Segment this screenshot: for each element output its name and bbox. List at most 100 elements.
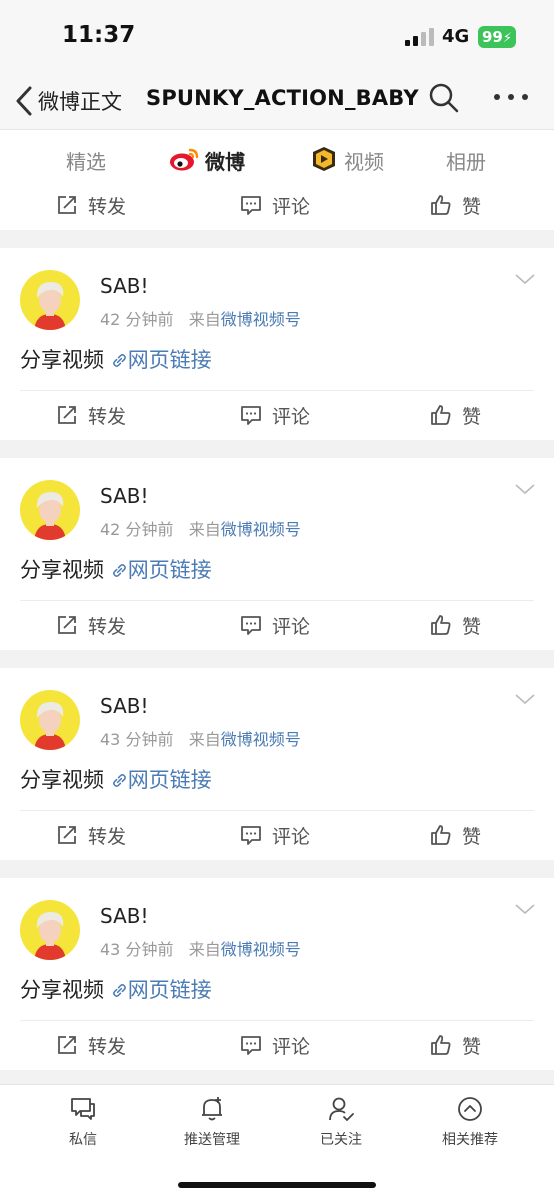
repost-button[interactable]: 转发 bbox=[56, 612, 126, 638]
post-username[interactable]: SAB! bbox=[100, 484, 149, 508]
avatar[interactable] bbox=[20, 690, 80, 750]
search-icon[interactable] bbox=[428, 82, 460, 114]
like-label: 赞 bbox=[462, 405, 482, 428]
avatar[interactable] bbox=[20, 900, 80, 960]
bell-icon bbox=[202, 1097, 222, 1121]
tab-video[interactable]: 视频 bbox=[344, 146, 384, 175]
web-link[interactable]: 网页链接 bbox=[111, 348, 212, 372]
post-actions: 转发 评论 赞 bbox=[0, 1020, 554, 1070]
link-icon bbox=[112, 564, 126, 577]
repost-button[interactable]: 转发 bbox=[56, 1032, 126, 1058]
weibo-logo-icon bbox=[170, 148, 199, 171]
web-link[interactable]: 网页链接 bbox=[111, 978, 212, 1002]
tab-featured[interactable]: 精选 bbox=[66, 146, 106, 175]
post-content: 分享视频 网页链接 bbox=[20, 974, 212, 1004]
tabbar-following-label: 已关注 bbox=[320, 1132, 362, 1148]
post-from: 来自 bbox=[188, 940, 221, 959]
thumbs-up-icon bbox=[431, 1035, 451, 1055]
repost-icon bbox=[58, 406, 76, 424]
post-meta: 43 分钟前 来自微博视频号 bbox=[100, 726, 301, 750]
thumbs-up-icon bbox=[431, 405, 451, 425]
avatar[interactable] bbox=[20, 480, 80, 540]
status-bar: 11:37 4G 99⚡ bbox=[0, 0, 554, 74]
repost-button[interactable]: 转发 bbox=[56, 192, 126, 218]
comment-label: 评论 bbox=[272, 615, 311, 638]
like-label: 赞 bbox=[462, 825, 482, 848]
post-actions-partial: 转发 评论 赞 bbox=[0, 180, 554, 230]
post-card: SAB! 42 分钟前 来自微博视频号 分享视频 网页链接 转发 评论 赞 bbox=[0, 248, 554, 440]
repost-label: 转发 bbox=[88, 405, 127, 428]
post-card: SAB! 43 分钟前 来自微博视频号 分享视频 网页链接 转发 评论 赞 bbox=[0, 878, 554, 1070]
post-text: 分享视频 bbox=[20, 978, 104, 1002]
link-icon bbox=[112, 984, 126, 997]
tabbar-push-settings[interactable]: 推送管理 bbox=[157, 1095, 267, 1149]
post-username[interactable]: SAB! bbox=[100, 904, 149, 928]
web-link-label: 网页链接 bbox=[127, 558, 212, 582]
repost-label: 转发 bbox=[88, 615, 127, 638]
tabbar-messages[interactable]: 私信 bbox=[28, 1095, 138, 1149]
back-chevron-icon[interactable] bbox=[14, 84, 36, 118]
repost-icon bbox=[58, 1036, 76, 1054]
post-source[interactable]: 微博视频号 bbox=[221, 310, 301, 329]
message-icon bbox=[71, 1098, 95, 1120]
tabbar-recommend[interactable]: 相关推荐 bbox=[415, 1095, 525, 1149]
like-button[interactable]: 赞 bbox=[430, 822, 481, 848]
post-username[interactable]: SAB! bbox=[100, 694, 149, 718]
repost-icon bbox=[58, 826, 76, 844]
like-button[interactable]: 赞 bbox=[430, 192, 481, 218]
comment-label: 评论 bbox=[272, 1035, 311, 1058]
post-card: SAB! 42 分钟前 来自微博视频号 分享视频 网页链接 转发 评论 赞 bbox=[0, 458, 554, 650]
post-username[interactable]: SAB! bbox=[100, 274, 149, 298]
post-from: 来自 bbox=[188, 310, 221, 329]
comment-icon bbox=[241, 196, 261, 215]
repost-button[interactable]: 转发 bbox=[56, 822, 126, 848]
tab-album[interactable]: 相册 bbox=[446, 146, 486, 175]
tabbar-recommend-label: 相关推荐 bbox=[442, 1132, 498, 1148]
page-title: SPUNKY_ACTION_BABY bbox=[146, 86, 419, 110]
like-button[interactable]: 赞 bbox=[430, 402, 481, 428]
chevron-down-icon[interactable] bbox=[514, 272, 536, 286]
tab-weibo[interactable]: 微博 bbox=[205, 146, 245, 175]
tabbar-messages-label: 私信 bbox=[69, 1132, 97, 1148]
like-label: 赞 bbox=[462, 195, 482, 218]
repost-button[interactable]: 转发 bbox=[56, 402, 126, 428]
more-options-icon[interactable] bbox=[494, 94, 528, 102]
post-card: SAB! 43 分钟前 来自微博视频号 分享视频 网页链接 转发 评论 赞 bbox=[0, 668, 554, 860]
comment-button[interactable]: 评论 bbox=[240, 612, 310, 638]
chevron-down-icon[interactable] bbox=[514, 692, 536, 706]
web-link[interactable]: 网页链接 bbox=[111, 768, 212, 792]
comment-button[interactable]: 评论 bbox=[240, 402, 310, 428]
like-label: 赞 bbox=[462, 1035, 482, 1058]
chevron-down-icon[interactable] bbox=[514, 902, 536, 916]
post-time: 42 分钟前 bbox=[100, 310, 174, 329]
like-button[interactable]: 赞 bbox=[430, 1032, 481, 1058]
battery-icon: 99⚡ bbox=[478, 26, 516, 48]
comment-label: 评论 bbox=[272, 825, 311, 848]
chevron-down-icon[interactable] bbox=[514, 482, 536, 496]
thumbs-up-icon bbox=[431, 195, 451, 215]
comment-button[interactable]: 评论 bbox=[240, 822, 310, 848]
comment-button[interactable]: 评论 bbox=[240, 1032, 310, 1058]
comment-label: 评论 bbox=[272, 195, 311, 218]
comment-icon bbox=[241, 616, 261, 635]
status-time: 11:37 bbox=[62, 22, 136, 48]
post-source[interactable]: 微博视频号 bbox=[221, 520, 301, 539]
post-source[interactable]: 微博视频号 bbox=[221, 730, 301, 749]
repost-label: 转发 bbox=[88, 195, 127, 218]
comment-button[interactable]: 评论 bbox=[240, 192, 310, 218]
post-content: 分享视频 网页链接 bbox=[20, 764, 212, 794]
back-button[interactable]: 微博正文 bbox=[38, 86, 122, 116]
repost-label: 转发 bbox=[88, 825, 127, 848]
avatar[interactable] bbox=[20, 270, 80, 330]
post-text: 分享视频 bbox=[20, 558, 104, 582]
tabbar-following[interactable]: 已关注 bbox=[286, 1095, 396, 1149]
home-indicator bbox=[178, 1182, 376, 1188]
like-button[interactable]: 赞 bbox=[430, 612, 481, 638]
nav-bar: 微博正文 SPUNKY_ACTION_BABY bbox=[0, 74, 554, 130]
post-meta: 42 分钟前 来自微博视频号 bbox=[100, 516, 301, 540]
like-label: 赞 bbox=[462, 615, 482, 638]
post-actions: 转发 评论 赞 bbox=[0, 390, 554, 440]
web-link[interactable]: 网页链接 bbox=[111, 558, 212, 582]
post-time: 43 分钟前 bbox=[100, 730, 174, 749]
post-source[interactable]: 微博视频号 bbox=[221, 940, 301, 959]
